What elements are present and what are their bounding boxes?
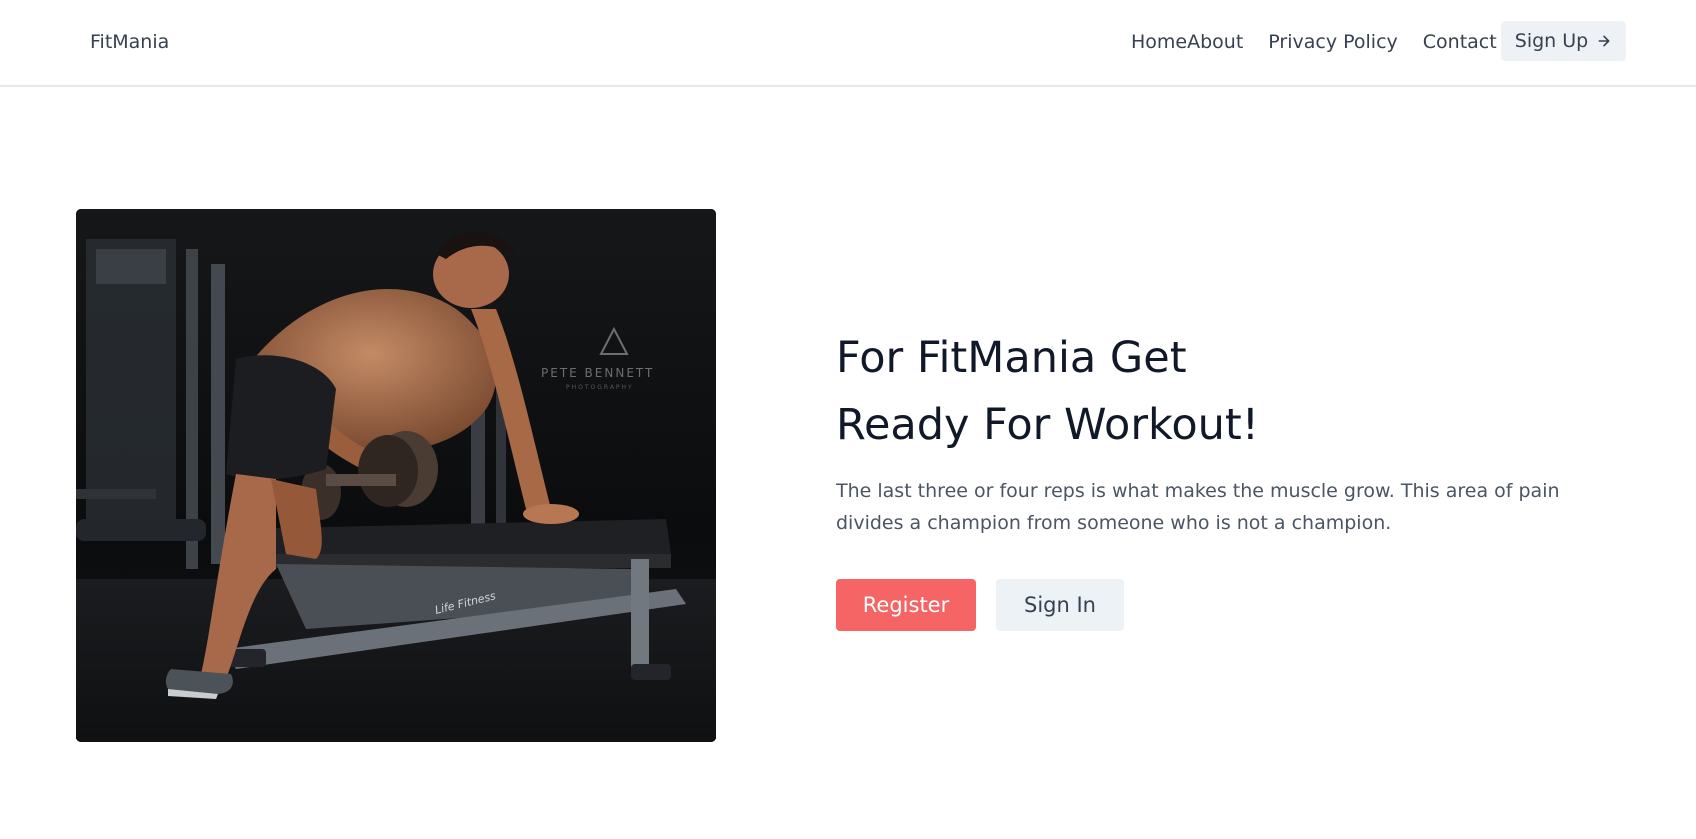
register-button[interactable]: Register [836,579,976,631]
signup-button-label: Sign Up [1514,30,1589,52]
hero-image: Life Fitness PETE BENNETT PHOTOGRAPHY [76,209,716,742]
site-header: FitMania Home About Privacy Policy Conta… [0,0,1696,87]
svg-text:PETE BENNETT: PETE BENNETT [541,366,654,380]
hero-title-line-1: For FitMania Get [836,333,1187,383]
hero-title-line-2: Ready For Workout! [836,400,1260,450]
brand-logo[interactable]: FitMania [90,28,169,56]
signup-button[interactable]: Sign Up [1501,21,1626,61]
arrow-right-icon [1598,35,1610,47]
signin-button[interactable]: Sign In [996,579,1124,631]
nav-about[interactable]: About [1187,28,1243,56]
svg-text:PHOTOGRAPHY: PHOTOGRAPHY [566,384,634,391]
hero-description: The last three or four reps is what make… [836,480,1560,534]
nav-home[interactable]: Home [1131,28,1187,56]
hero-title: For FitMania Get Ready For Workout! [836,325,1536,459]
nav-contact[interactable]: Contact [1423,28,1497,56]
nav-privacy-policy[interactable]: Privacy Policy [1268,28,1397,56]
main-nav: Home About Privacy Policy Contact [1131,28,1497,56]
